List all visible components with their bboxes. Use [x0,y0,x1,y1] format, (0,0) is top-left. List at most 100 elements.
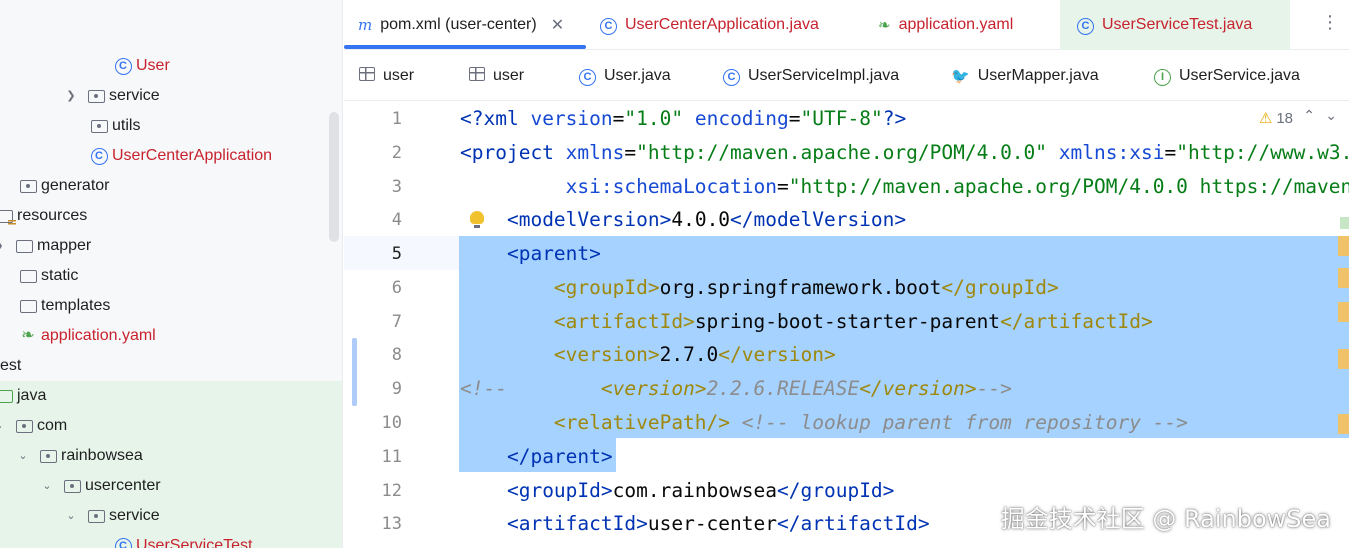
tab-label: UserServiceTest.java [1102,16,1253,33]
package-icon [86,507,106,525]
error-stripe-mark[interactable] [1338,414,1349,434]
tab-userservicetest-java[interactable]: C UserServiceTest.java [1060,0,1290,50]
tree-item-label: application.yaml [41,327,156,344]
spring-app-class-icon: C [113,537,133,548]
tree-item-service-test[interactable]: ⌄ service [0,501,342,531]
code-line-9: <!-- <version>2.2.6.RELEASE</version>--> [460,377,1012,400]
tree-item-service[interactable]: ❯ service [0,81,342,111]
mybatis-bird-icon: 🐦 [951,68,970,85]
tab-usercenterapplication-java[interactable]: C UserCenterApplication.java [600,0,819,50]
watermark: 掘金技术社区 @ RainbowSea [1000,505,1331,533]
code-line-1: <?xml version="1.0" encoding="UTF-8"?> [460,107,907,130]
spring-leaf-icon: ❧ [21,327,35,344]
chevron-down-icon[interactable]: ⌄ [0,411,4,441]
editor-tab-bar-row2: user user C User.java C UserServiceImpl.… [344,51,1349,101]
tree-item-usercenterapplication[interactable]: C UserCenterApplication [0,141,342,171]
tab-user-table-1[interactable]: user [359,51,414,101]
error-stripe-mark[interactable] [1338,302,1349,322]
line-number: 10 [381,413,402,433]
warning-count: 18 [1276,109,1293,127]
tree-item-label: User [136,57,170,74]
class-icon: C [113,57,133,75]
tree-item-label: service [109,87,160,104]
line-number: 1 [391,109,402,129]
tree-item-label: mapper [37,237,92,254]
tree-item-static[interactable]: static [0,261,342,291]
project-tree: C User ❯ service utils C UserCenterApplicat… [0,0,343,548]
package-icon [14,417,34,435]
more-options-icon[interactable]: ⋮ [1321,12,1339,33]
error-stripe-mark[interactable] [1340,217,1349,229]
tab-label: UserMapper.java [977,67,1099,84]
tree-item-userservicetest[interactable]: C UserServiceTest [0,531,342,548]
table-icon [359,66,375,86]
tree-item-com[interactable]: ⌄ com [0,411,342,441]
chevron-down-icon[interactable]: ⌄ [18,441,28,471]
code-line-5: <parent> [506,242,601,265]
error-stripe-mark[interactable] [1338,236,1349,256]
error-stripe-mark[interactable] [1338,349,1349,369]
line-number: 2 [391,143,402,163]
code-line-11: </parent> [506,445,613,468]
tree-item-application-yaml[interactable]: ❧ application.yaml [0,321,342,351]
chevron-down-icon[interactable]: ⌄ [42,471,52,501]
line-number: 11 [381,447,402,467]
folder-icon [14,237,34,255]
test-folder-icon [0,387,14,405]
tree-item-rainbowsea[interactable]: ⌄ rainbowsea [0,441,342,471]
line-number: 5 [391,244,402,264]
chevron-right-icon[interactable]: ❯ [0,231,4,261]
tab-label: UserService.java [1179,67,1300,84]
tab-user-table-2[interactable]: user [469,51,524,101]
tree-item-usercenter[interactable]: ⌄ usercenter [0,471,342,501]
spring-app-class-icon: C [89,147,109,165]
editor: m pom.xml (user-center) ✕ C UserCenterAp… [344,0,1349,548]
package-icon [38,447,58,465]
spring-app-class-icon: C [600,16,617,35]
folder-icon [18,297,38,315]
tree-item-mapper[interactable]: ❯ mapper [0,231,342,261]
tree-item-label: service [109,507,160,524]
tree-item-label: utils [112,117,141,134]
tree-scrollbar[interactable] [329,112,339,242]
tree-item-utils[interactable]: utils [0,111,342,141]
code-editor[interactable]: 1 2 3 4 5 6 7 8 9 10 11 12 13 <?xml version="1.0" en… [344,101,1349,548]
line-number: 7 [391,312,402,332]
chevron-down-icon[interactable]: ⌄ [66,501,76,531]
chevron-down-icon[interactable]: ⌄ [1325,107,1337,124]
tree-item-label: resources [17,207,88,224]
interface-icon: I [1154,67,1171,86]
tab-userserviceimpl-java[interactable]: C UserServiceImpl.java [723,51,899,101]
tree-item-generator[interactable]: generator [0,171,342,201]
maven-icon: m [358,16,373,34]
tab-application-yaml[interactable]: ❧ application.yaml [878,0,1013,50]
tab-userservice-java[interactable]: I UserService.java [1154,51,1300,101]
folder-icon [18,267,38,285]
tab-usermapper-java[interactable]: 🐦 UserMapper.java [951,51,1099,101]
tree-item-resources[interactable]: resources [0,201,342,231]
line-number: 13 [381,514,402,534]
spring-leaf-icon: ❧ [878,17,891,34]
code-line-2: <project xmlns="http://maven.apache.org/… [460,141,1349,164]
tree-item-test[interactable]: est [0,351,342,381]
inspection-widget[interactable]: ⚠ 18 [1259,109,1293,128]
tree-item-java[interactable]: java [0,381,342,411]
chevron-right-icon[interactable]: ❯ [66,81,76,111]
class-icon: C [723,67,740,86]
close-icon[interactable]: ✕ [551,15,564,35]
tab-label: User.java [604,67,671,84]
code-line-8: <version>2.7.0</version> [553,343,836,366]
code-line-12: <groupId>com.rainbowsea</groupId> [506,479,895,502]
tab-label: UserServiceImpl.java [748,67,900,84]
error-stripe-mark[interactable] [1338,268,1349,288]
tab-user-java[interactable]: C User.java [579,51,671,101]
editor-tab-bar: m pom.xml (user-center) ✕ C UserCenterAp… [344,0,1349,50]
tree-item-user[interactable]: C User [0,51,342,81]
tab-pom-xml[interactable]: m pom.xml (user-center) ✕ [358,0,564,50]
package-icon [62,477,82,495]
tab-label: pom.xml (user-center) [380,16,537,33]
tree-item-templates[interactable]: templates [0,291,342,321]
chevron-up-icon[interactable]: ⌃ [1303,107,1315,124]
line-number: 12 [381,481,402,501]
spring-app-class-icon: C [1077,16,1094,35]
